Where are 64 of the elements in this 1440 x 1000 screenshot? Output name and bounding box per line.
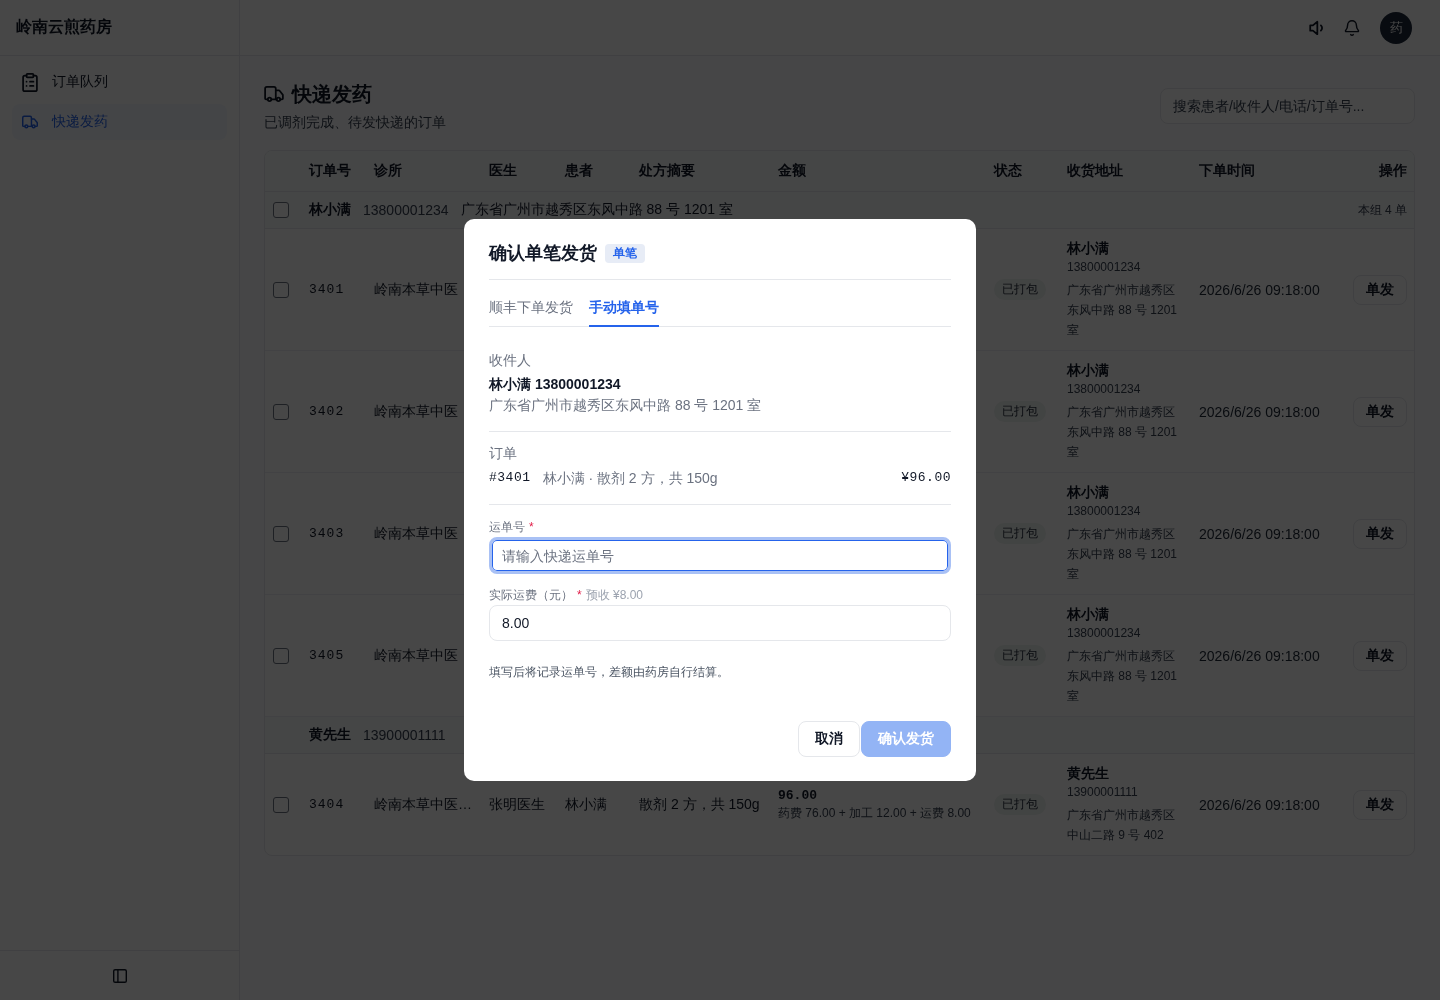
order-time: 2026/6/26 09:18:00 [1199,647,1320,664]
dialog-title: 确认单笔发货 [489,242,597,265]
clinic-name: 岭南本草中医 [374,280,458,299]
amount-value: 96.00 [778,787,817,804]
order-number: 3402 [309,404,345,419]
column-header: 收货地址 [1067,162,1124,180]
field-label: 运单号 [489,519,525,535]
recipient-phone: 13800001234 [1067,503,1141,520]
page-title: 快递发药 [292,82,372,107]
order-number: 3405 [309,648,345,663]
clinic-name: 岭南本草中医… [374,795,472,814]
recipient-name: 林小满 [1067,361,1109,380]
order-time: 2026/6/26 09:18:00 [1199,796,1320,813]
order-summary: 林小满 · 散剂 2 方，共 150g [542,469,718,488]
order-number: 3404 [309,797,345,812]
column-header: 诊所 [374,162,403,180]
group-address: 广东省广州市越秀区东风中路 88 号 1201 室 [460,201,733,219]
recipient-address: 广东省广州市越秀区东风中路 88 号 1201 室 [489,396,763,415]
doctor-name: 张明医生 [489,795,545,814]
input-field[interactable]: 8.00 [489,605,951,641]
clinic-name: 岭南本草中医 [374,524,458,543]
recipient-name: 黄先生 [1067,764,1109,783]
recipient-name: 林小满 [1067,239,1109,258]
group-name: 林小满 [309,201,351,219]
column-header: 患者 [565,162,594,180]
recipient-phone: 13800001234 [1067,381,1141,398]
cancel-button[interactable]: 取消 [798,721,860,757]
clinic-name: 岭南本草中医 [374,402,458,421]
required-mark: * [577,587,582,603]
recipient-name: 林小满 [1067,483,1109,502]
column-header: 金额 [778,162,807,180]
field-hint: 预收 ¥8.00 [585,587,644,603]
column-header: 状态 [994,162,1023,180]
clinic-name: 岭南本草中医 [374,646,458,665]
field-label: 实际运费（元） [489,587,573,603]
order-number: 3401 [309,282,345,297]
recipient-phone: 13800001234 [1067,259,1141,276]
tab[interactable]: 手动填单号 [589,280,659,327]
order-number: 3403 [309,526,345,541]
group-name: 黄先生 [309,726,351,744]
section-label: 订单 [489,444,518,463]
recipient-name: 林小满 [1067,605,1109,624]
tab[interactable]: 顺丰下单发货 [489,280,573,327]
column-header: 医生 [489,162,518,180]
recipient-phone: 13900001111 [1067,784,1138,801]
recipient-phone: 13800001234 [1067,625,1141,642]
input-field[interactable]: 请输入快递运单号 [489,537,951,574]
recipient-name-phone: 林小满 13800001234 [489,375,622,394]
column-header: 订单号 [309,162,352,180]
order-number: #3401 [489,469,531,487]
order-time: 2026/6/26 09:18:00 [1199,281,1320,298]
dialog-note: 填写后将记录运单号，差额由药房自行结算。 [489,664,730,680]
prescription-summary: 散剂 2 方，共 150g [639,795,760,814]
mode-badge: 单笔 [605,243,645,263]
section-label: 收件人 [489,351,532,370]
column-header: 下单时间 [1199,162,1256,180]
brand-name: 岭南云煎药房 [16,17,112,37]
patient-name: 林小满 [565,795,607,814]
column-header: 操作 [1378,162,1408,180]
column-header: 处方摘要 [639,162,696,180]
order-amount: ¥96.00 [901,469,951,487]
required-mark: * [529,519,534,535]
order-time: 2026/6/26 09:18:00 [1199,403,1320,420]
order-time: 2026/6/26 09:18:00 [1199,525,1320,542]
